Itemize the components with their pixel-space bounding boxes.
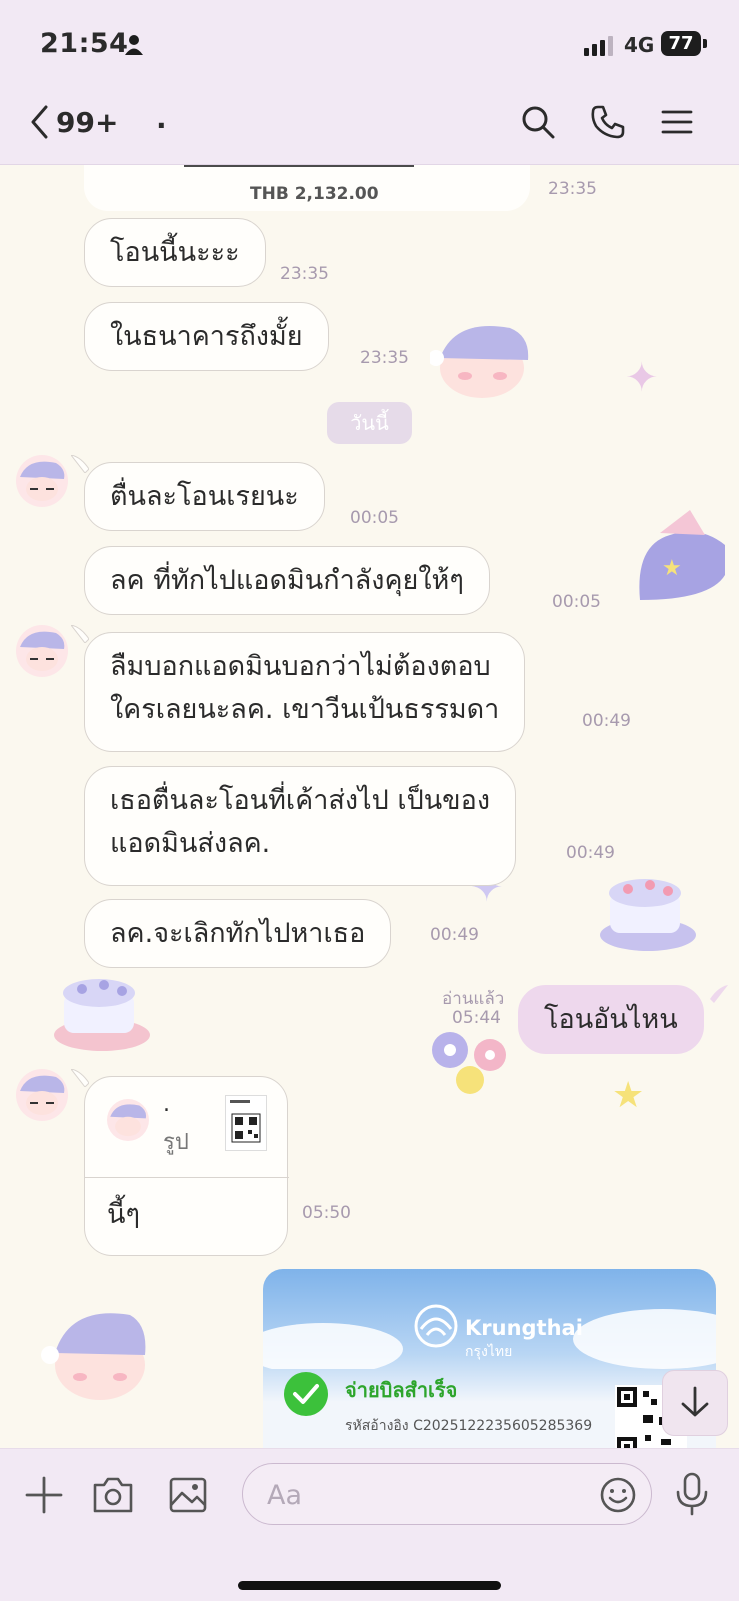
- transfer-amount: THB 2,132.00: [250, 184, 379, 204]
- message-text: นี้ๆ: [107, 1199, 140, 1230]
- chat-header: 99+ .: [0, 82, 739, 165]
- sticker-flowers-icon: [425, 1025, 525, 1109]
- message-time: 23:35: [280, 264, 329, 284]
- quoted-thumbnail: [225, 1095, 267, 1151]
- message-time: 05:44: [452, 1008, 501, 1028]
- date-separator: วันนี้: [327, 402, 412, 444]
- message-line: ใครเลยนะลค. เขาวีนเป้นธรรมดา: [110, 694, 500, 725]
- svg-text:★: ★: [662, 556, 682, 581]
- message-input[interactable]: [265, 1474, 599, 1516]
- bubble-tail: [71, 625, 89, 643]
- person-icon: [125, 35, 143, 55]
- bubble-tail: [710, 985, 728, 1003]
- bank-name-thai: กรุงไทย: [465, 1344, 513, 1360]
- battery-icon: 77: [661, 31, 701, 56]
- network-type: 4G: [624, 33, 655, 57]
- home-indicator: [238, 1581, 501, 1590]
- message-time: 00:49: [430, 925, 479, 945]
- image-icon[interactable]: [168, 1475, 208, 1515]
- message-line: แอดมินส่งลค.: [110, 828, 271, 859]
- message-input-field[interactable]: [242, 1463, 652, 1525]
- avatar[interactable]: [16, 455, 68, 507]
- message-bubble[interactable]: ตื่นละโอนเรยนะ: [84, 462, 325, 531]
- battery-tip: [703, 39, 707, 48]
- emoji-icon[interactable]: [599, 1476, 637, 1514]
- scroll-to-bottom-button[interactable]: [662, 1370, 728, 1436]
- message-bubble[interactable]: ในธนาคารถึงมั้ย: [84, 302, 329, 371]
- chat-name[interactable]: .: [156, 102, 167, 135]
- avatar[interactable]: [16, 625, 68, 677]
- reference-code: รหัสอ้างอิง C2025122235605285369: [345, 1418, 593, 1434]
- message-time: 23:35: [360, 348, 409, 368]
- phone-icon[interactable]: [590, 104, 626, 140]
- transfer-card[interactable]: THB 2,132.00: [84, 165, 530, 211]
- message-bubble[interactable]: ลค.จะเลิกทักไปหาเธอ: [84, 899, 392, 968]
- message-time: 05:50: [302, 1203, 351, 1223]
- message-time: 00:49: [566, 843, 615, 863]
- reply-bubble[interactable]: . รูป นี้ๆ: [84, 1076, 289, 1256]
- message-bubble[interactable]: โอนนี้นะะะ: [84, 218, 266, 287]
- card-title-cut: [184, 165, 414, 167]
- microphone-icon[interactable]: [674, 1471, 710, 1517]
- quoted-avatar: [107, 1099, 149, 1141]
- unread-count: 99+: [56, 105, 119, 139]
- message-bubble[interactable]: ลค ที่ทักไปแอดมินกำลังคุยให้ๆ: [84, 546, 490, 615]
- sticker-baby-cap-icon: [428, 310, 540, 404]
- back-button[interactable]: 99+: [28, 104, 118, 140]
- status-time: 21:54: [40, 28, 129, 59]
- camera-icon[interactable]: [92, 1475, 134, 1515]
- message-line: เธอตื่นละโอนที่เค้าส่งไป เป็นของ: [110, 785, 491, 816]
- message-time: 00:49: [582, 711, 631, 731]
- quoted-media-label: รูป: [163, 1130, 189, 1155]
- krungthai-logo-icon: [414, 1304, 458, 1348]
- message-bubble[interactable]: ลืมบอกแอดมินบอกว่าไม่ต้องตอบ ใครเลยนะลค.…: [84, 632, 526, 752]
- search-icon[interactable]: [520, 104, 556, 140]
- message-bubble[interactable]: เธอตื่นละโอนที่เค้าส่งไป เป็นของ แอดมินส…: [84, 766, 517, 886]
- success-check-icon: [284, 1372, 328, 1416]
- bill-receipt-card[interactable]: Krungthai กรุงไทย จ่ายบิลสำเร็จ รหัสอ้าง…: [263, 1269, 716, 1448]
- star-icon: ★: [612, 1075, 645, 1116]
- menu-icon[interactable]: [660, 104, 694, 140]
- plus-icon[interactable]: [24, 1475, 64, 1515]
- sticker-baby-cap-icon: [40, 1295, 150, 1409]
- message-time: 00:05: [552, 592, 601, 612]
- sticker-cake-icon: [598, 865, 698, 959]
- sparkle-icon: ✦: [625, 355, 659, 401]
- quoted-message[interactable]: . รูป: [85, 1077, 289, 1178]
- composer-bar: [0, 1448, 739, 1601]
- sticker-cake-icon: [52, 965, 152, 1059]
- chat-area[interactable]: ✦ ★ ★ ✦ THB 2,132.00 23:35 โอนนี้นะะะ 23…: [0, 165, 739, 1448]
- bubble-tail: [71, 455, 89, 473]
- avatar[interactable]: [16, 1069, 68, 1121]
- sticker-dino-icon: ★: [630, 505, 730, 609]
- message-time: 00:05: [350, 508, 399, 528]
- message-line: ลืมบอกแอดมินบอกว่าไม่ต้องตอบ: [110, 651, 491, 682]
- message-time: 23:35: [548, 179, 597, 199]
- chevron-left-icon: [31, 105, 48, 139]
- my-message-bubble[interactable]: โอนอันไหน: [518, 985, 704, 1054]
- quoted-sender: .: [163, 1092, 170, 1117]
- status-bar: 21:54 4G 77: [0, 0, 739, 82]
- signal-icon: [584, 36, 613, 56]
- arrow-down-icon: [681, 1386, 709, 1417]
